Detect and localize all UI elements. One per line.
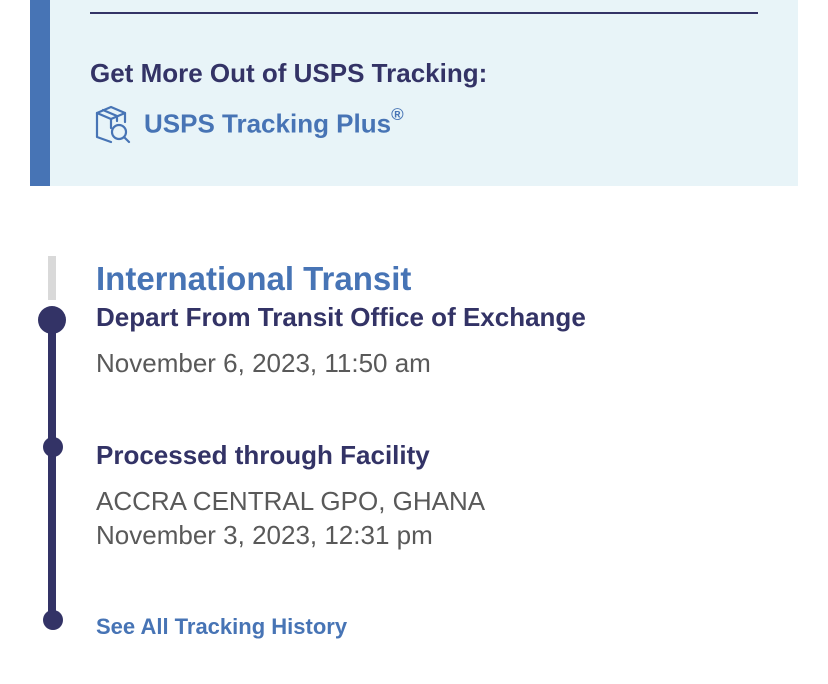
event-location: ACCRA CENTRAL GPO, GHANA	[96, 486, 486, 516]
tracking-timeline: International Transit Depart From Transi…	[0, 0, 828, 684]
timeline-current-dot	[38, 306, 66, 334]
event-datetime: November 3, 2023, 12:31 pm	[96, 520, 433, 550]
event-title: Depart From Transit Office of Exchange	[96, 302, 586, 332]
timeline-pending-segment	[48, 256, 56, 300]
timeline-end-dot	[43, 610, 63, 630]
event-datetime: November 6, 2023, 11:50 am	[96, 348, 431, 378]
event-title: Processed through Facility	[96, 440, 430, 470]
see-all-tracking-history-link[interactable]: See All Tracking History	[96, 614, 347, 640]
timeline-line	[48, 320, 56, 620]
timeline-dot	[43, 437, 63, 457]
tracking-status: International Transit	[96, 260, 412, 297]
